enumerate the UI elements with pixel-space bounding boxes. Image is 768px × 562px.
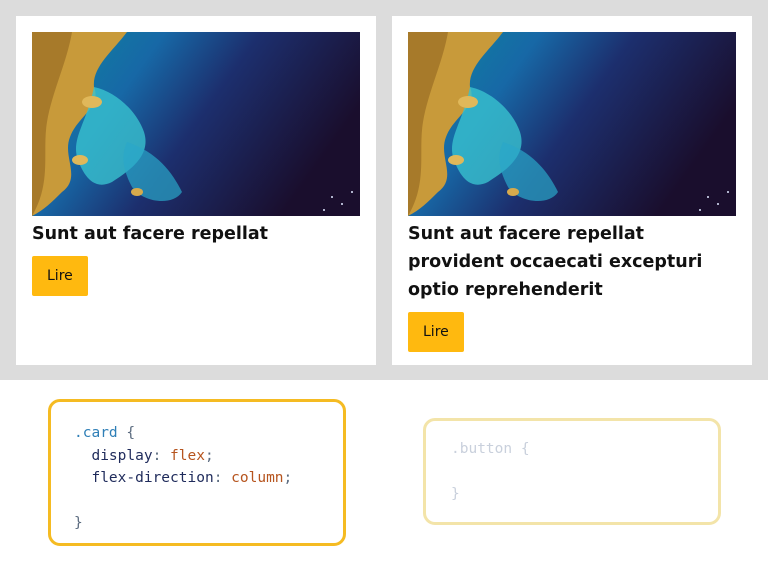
css-open-brace: { [520,441,530,457]
card-css-panel: .card { display: flex; flex-direction: c… [48,399,346,546]
satellite-image [408,32,736,216]
css-property: flex-direction [91,470,214,486]
css-selector: .card [74,425,118,441]
css-value: column [231,470,284,486]
css-open-brace: { [126,425,136,441]
css-value: flex [170,447,205,464]
css-selector: .button [451,441,513,457]
card-2: Sunt aut facere repellat provident occae… [392,16,752,365]
read-button[interactable]: Lire [32,256,88,296]
card-title: Sunt aut facere repellat [32,224,269,244]
css-property: display [91,447,153,464]
card-1: Sunt aut facere repellat Lire [16,16,376,365]
css-close-brace: } [451,486,460,502]
css-close-brace: } [74,515,83,531]
card-title: Sunt aut facere repellat provident occae… [408,224,703,300]
satellite-image [32,32,360,216]
button-css-panel: .button { } [423,418,721,525]
read-button[interactable]: Lire [408,312,464,352]
